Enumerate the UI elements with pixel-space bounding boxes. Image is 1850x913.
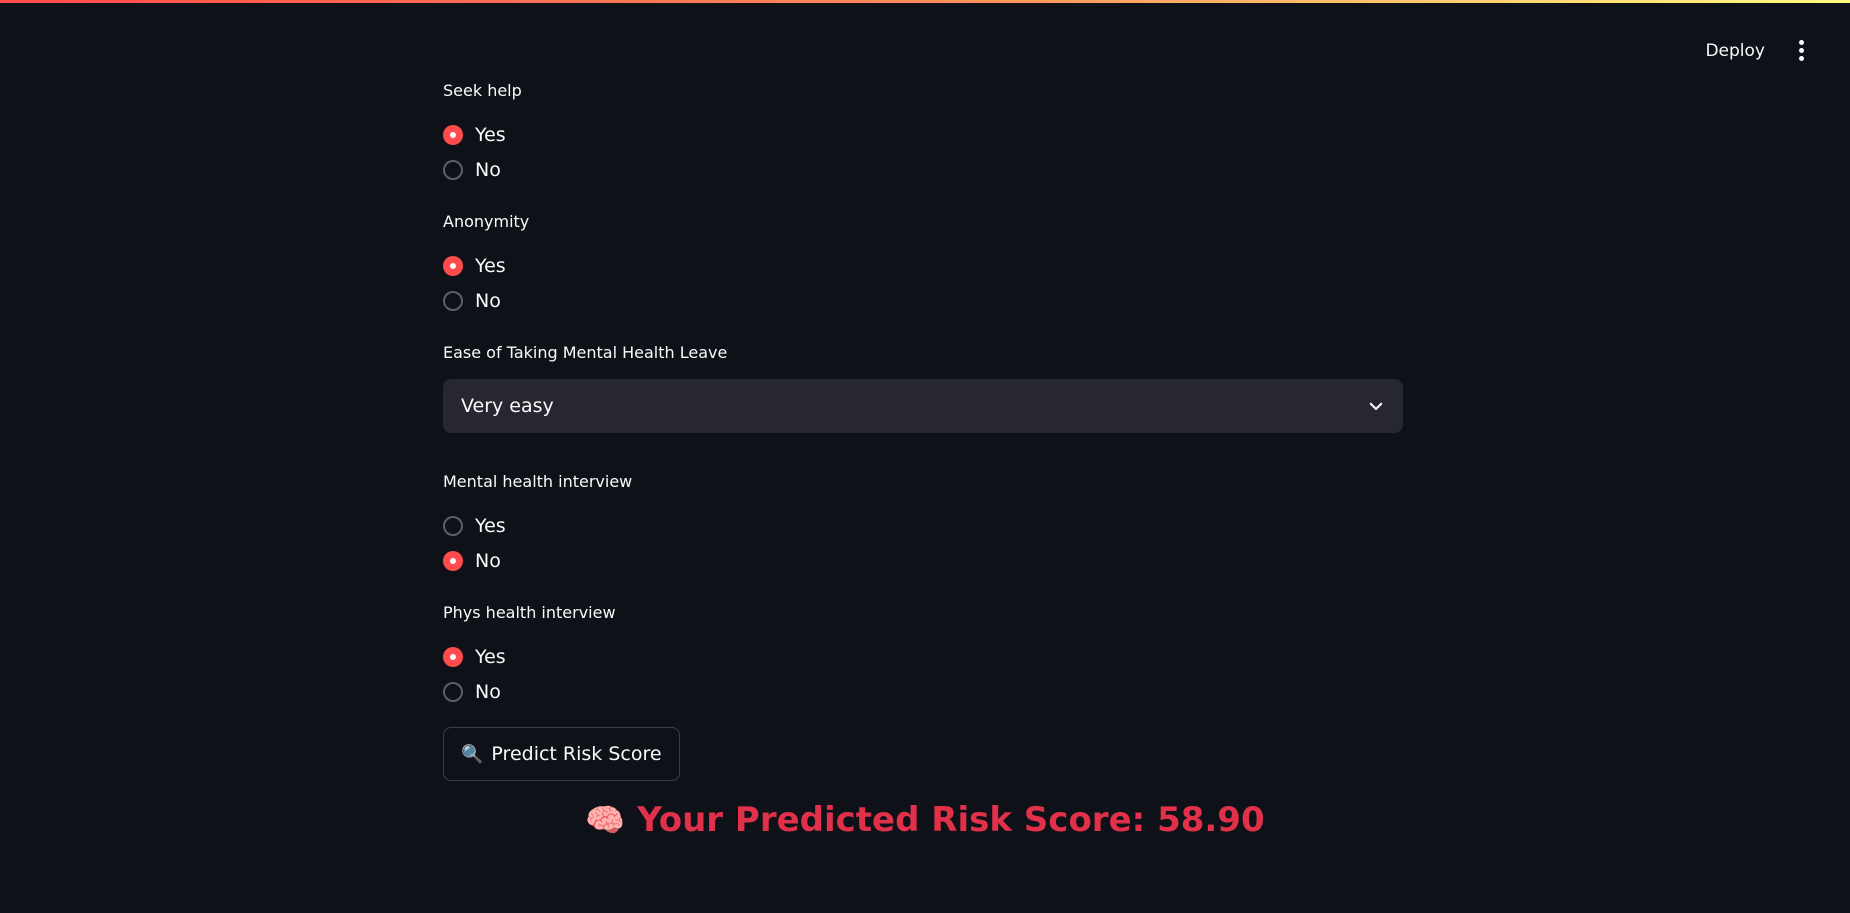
anonymity-label: Anonymity (443, 212, 530, 231)
predict-risk-score-button[interactable]: 🔍 Predict Risk Score (443, 727, 680, 781)
radio-option-label: No (475, 680, 501, 703)
mental-interview-radio-group: Yes No (443, 508, 1403, 578)
phys-interview-option-yes[interactable]: Yes (443, 639, 1403, 674)
radio-checked-icon[interactable] (443, 550, 463, 571)
anonymity-option-yes[interactable]: Yes (443, 248, 1403, 283)
radio-option-label: Yes (475, 123, 506, 146)
header-actions: Deploy (1705, 36, 1810, 65)
leave-select-value: Very easy (461, 395, 554, 417)
radio-unchecked-icon[interactable] (443, 290, 463, 311)
seek-help-option-no[interactable]: No (443, 152, 1403, 187)
radio-checked-icon[interactable] (443, 255, 463, 276)
predicted-risk-score: Your Predicted Risk Score: 58.90 (637, 800, 1265, 840)
chevron-down-icon[interactable] (1367, 397, 1385, 415)
radio-checked-icon[interactable] (443, 646, 463, 667)
radio-option-label: Yes (475, 514, 506, 537)
seek-help-radio-group: Yes No (443, 117, 1403, 187)
top-decoration-bar (0, 0, 1850, 3)
radio-option-label: Yes (475, 645, 506, 668)
anonymity-option-no[interactable]: No (443, 283, 1403, 318)
phys-interview-radio-group: Yes No (443, 639, 1403, 709)
result-container: 🧠 Your Predicted Risk Score: 58.90 (0, 800, 1850, 840)
mental-interview-label: Mental health interview (443, 472, 633, 491)
more-vertical-icon[interactable] (1793, 36, 1810, 65)
leave-select[interactable]: Very easy (443, 379, 1403, 433)
mental-interview-option-yes[interactable]: Yes (443, 508, 1403, 543)
phys-interview-label: Phys health interview (443, 603, 616, 622)
anonymity-radio-group: Yes No (443, 248, 1403, 318)
main-form: Seek help Yes No Anonymity Yes No Ease o… (443, 80, 1403, 781)
seek-help-option-yes[interactable]: Yes (443, 117, 1403, 152)
radio-option-label: No (475, 289, 501, 312)
radio-unchecked-icon[interactable] (443, 515, 463, 536)
radio-option-label: Yes (475, 254, 506, 277)
phys-interview-option-no[interactable]: No (443, 674, 1403, 709)
brain-icon: 🧠 (585, 801, 626, 839)
radio-unchecked-icon[interactable] (443, 159, 463, 180)
radio-unchecked-icon[interactable] (443, 681, 463, 702)
deploy-button[interactable]: Deploy (1705, 41, 1765, 61)
seek-help-label: Seek help (443, 81, 522, 100)
predict-button-label: Predict Risk Score (491, 743, 662, 765)
mental-interview-option-no[interactable]: No (443, 543, 1403, 578)
radio-option-label: No (475, 158, 501, 181)
search-icon: 🔍 (461, 743, 484, 765)
radio-checked-icon[interactable] (443, 124, 463, 145)
radio-option-label: No (475, 549, 501, 572)
leave-label: Ease of Taking Mental Health Leave (443, 343, 728, 362)
